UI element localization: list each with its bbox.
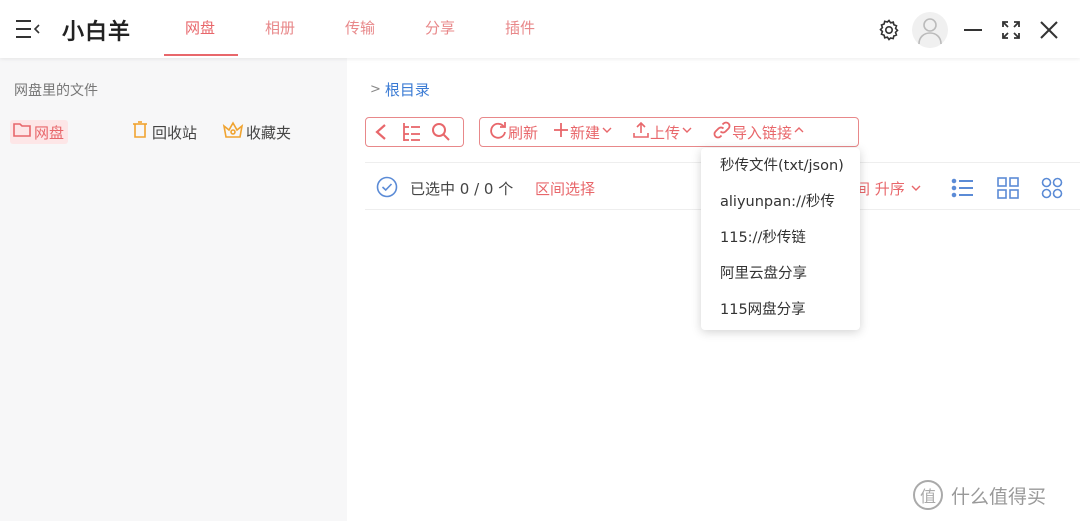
watermark-text: 什么值得买 (951, 485, 1047, 508)
new-label: 新建 (570, 123, 601, 142)
app-title: 小白羊 (62, 20, 132, 45)
refresh-button[interactable]: 刷新 (488, 118, 538, 146)
breadcrumb-root[interactable]: 根目录 (385, 79, 430, 100)
list-view-icon[interactable] (950, 175, 976, 201)
grid-view-icon[interactable] (995, 175, 1021, 201)
chevron-down-icon (680, 123, 694, 141)
crown-icon (222, 120, 246, 144)
select-all-checkbox-icon[interactable] (376, 176, 398, 202)
action-tool-group: 刷新 新建 上传 导入链接 (479, 117, 859, 147)
folder-icon (12, 121, 34, 143)
plus-icon (552, 121, 570, 143)
thumbnail-view-icon[interactable] (1039, 175, 1065, 201)
chevron-down-icon (600, 123, 614, 141)
breadcrumb-separator: > (370, 82, 381, 97)
tab-transfer[interactable]: 传输 (320, 0, 400, 58)
menu-item-aliyunpan-link[interactable]: aliyunpan://秒传 (701, 186, 860, 222)
settings-gear-icon[interactable] (872, 13, 906, 47)
search-icon[interactable] (430, 118, 452, 146)
new-button[interactable]: 新建 (552, 118, 614, 146)
sidebar-item-netdisk[interactable]: 网盘 (10, 120, 69, 144)
breadcrumb: > 根目录 (370, 79, 430, 100)
tree-view-icon[interactable] (400, 118, 422, 146)
upload-label: 上传 (650, 123, 681, 142)
tab-netdisk[interactable]: 网盘 (160, 0, 240, 58)
upload-button[interactable]: 上传 (632, 118, 694, 146)
watermark: 值 什么值得买 (913, 480, 1046, 510)
import-link-button[interactable]: 导入链接 (712, 118, 806, 146)
sort-order-control[interactable]: 间 升序 (855, 178, 922, 199)
main-nav: 网盘 相册 传输 分享 插件 (160, 0, 560, 58)
maximize-icon[interactable] (994, 13, 1028, 47)
close-icon[interactable] (1032, 13, 1066, 47)
selection-count: 已选中 0 / 0 个 (410, 180, 514, 198)
chevron-up-icon (792, 123, 806, 141)
menu-collapse-icon[interactable] (14, 16, 42, 42)
link-icon (712, 120, 732, 144)
sidebar-item-favorites[interactable]: 收藏夹 (222, 120, 291, 144)
tab-plugins[interactable]: 插件 (480, 0, 560, 58)
tab-album[interactable]: 相册 (240, 0, 320, 58)
sort-label: 间 升序 (855, 180, 905, 198)
refresh-label: 刷新 (508, 123, 539, 142)
import-link-menu: 秒传文件(txt/json) aliyunpan://秒传 115://秒传链 … (701, 148, 860, 330)
sidebar-item-label: 网盘 (34, 123, 65, 142)
user-avatar[interactable] (912, 12, 948, 48)
range-select-button[interactable]: 区间选择 (535, 178, 595, 199)
sidebar-item-recycle-bin[interactable]: 回收站 (130, 120, 197, 144)
tab-share[interactable]: 分享 (400, 0, 480, 58)
refresh-icon (488, 120, 508, 144)
nav-tool-group (365, 117, 464, 147)
window-controls (868, 12, 1066, 48)
trash-icon (130, 120, 152, 144)
title-bar: 小白羊 网盘 相册 传输 分享 插件 (0, 0, 1080, 58)
sidebar-item-label: 回收站 (152, 123, 198, 142)
upload-icon (632, 121, 650, 143)
menu-item-115-link[interactable]: 115://秒传链 (701, 222, 860, 258)
minimize-icon[interactable] (956, 13, 990, 47)
sidebar-heading: 网盘里的文件 (14, 83, 98, 99)
sidebar: 网盘里的文件 网盘 回收站 收藏夹 (0, 58, 347, 521)
menu-item-115-share[interactable]: 115网盘分享 (701, 294, 860, 330)
menu-item-aliyun-share[interactable]: 阿里云盘分享 (701, 258, 860, 294)
menu-item-instant-file[interactable]: 秒传文件(txt/json) (701, 150, 860, 186)
sidebar-item-label: 收藏夹 (246, 123, 292, 142)
import-link-label: 导入链接 (732, 123, 793, 142)
back-icon[interactable] (372, 118, 390, 146)
watermark-logo-icon: 值 (913, 480, 943, 510)
